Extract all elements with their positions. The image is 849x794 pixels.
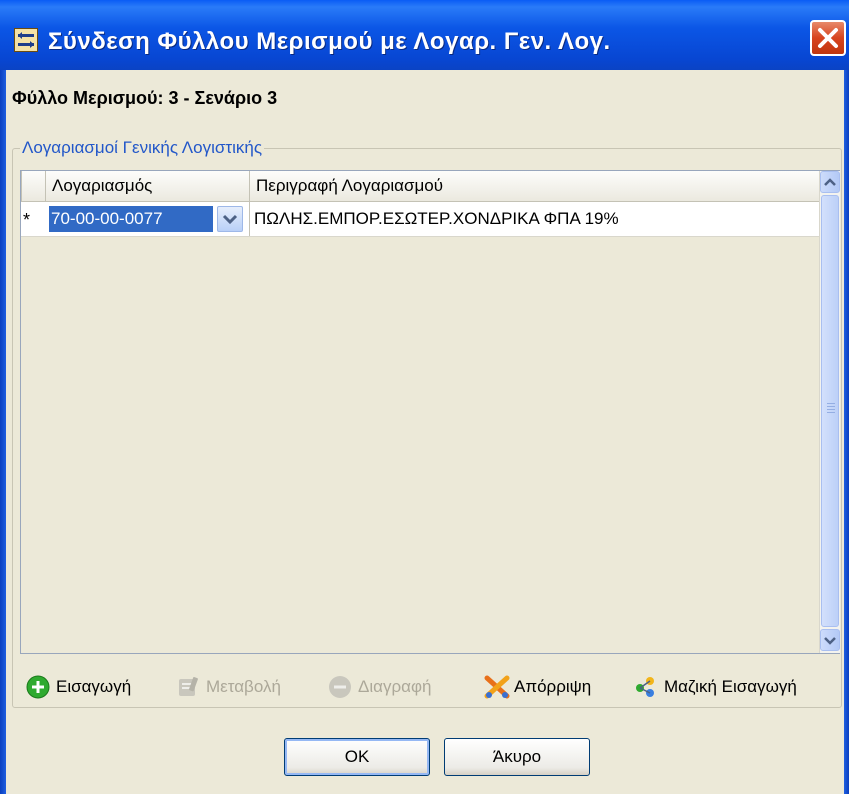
bulk-insert-label: Μαζική Εισαγωγή (664, 677, 797, 696)
edit-icon (176, 675, 200, 699)
accounts-group-title: Λογαριασμοί Γενικής Λογιστικής (20, 138, 265, 158)
window-title: Σύνδεση Φύλλου Μερισμού με Λογαρ. Γεν. Λ… (48, 28, 611, 55)
grid-header: Λογαριασμός Περιγραφή Λογαριασμού (21, 171, 819, 202)
window-frame-right (844, 70, 849, 794)
bulk-insert-button[interactable]: Μαζική Εισαγωγή (634, 674, 797, 700)
delete-label: Διαγραφή (358, 677, 432, 696)
reject-button[interactable]: Απόρριψη (484, 674, 591, 700)
ok-button[interactable]: OK (284, 738, 430, 776)
vertical-scrollbar[interactable] (819, 171, 840, 653)
insert-label: Εισαγωγή (56, 677, 132, 696)
chevron-down-icon (222, 214, 238, 225)
cancel-button[interactable]: Άκυρο (444, 738, 590, 776)
account-description-cell: ΠΩΛΗΣ.ΕΜΠΟΡ.ΕΣΩΤΕΡ.ΧΟΝΔΡΙΚΑ ΦΠΑ 19% (249, 202, 619, 236)
insert-button[interactable]: Εισαγωγή (26, 674, 131, 700)
column-header-description[interactable]: Περιγραφή Λογαριασμού (249, 171, 819, 201)
close-button[interactable] (810, 20, 846, 56)
multi-insert-icon (634, 675, 658, 699)
table-row[interactable]: * 70-00-00-0077 ΠΩΛΗΣ.ΕΜΠΟΡ.ΕΣΩΤΕΡ.ΧΟΝΔΡ… (21, 202, 819, 237)
minus-circle-icon (328, 675, 352, 699)
chevron-down-icon (824, 637, 836, 645)
chevron-up-icon (824, 178, 836, 186)
scroll-up-button[interactable] (820, 171, 840, 193)
plus-circle-icon (26, 675, 50, 699)
allocation-sheet-caption: Φύλλο Μερισμού: 3 - Σενάριο 3 (12, 88, 278, 108)
account-dropdown-button[interactable] (217, 206, 243, 232)
title-bar[interactable]: Σύνδεση Φύλλου Μερισμού με Λογαρ. Γεν. Λ… (0, 0, 849, 70)
reject-label: Απόρριψη (514, 677, 592, 696)
scroll-thumb[interactable] (821, 195, 839, 627)
dialog-window: Σύνδεση Φύλλου Μερισμού με Λογαρ. Γεν. Λ… (0, 0, 849, 794)
account-input[interactable]: 70-00-00-0077 (49, 206, 213, 232)
scissors-x-icon (484, 675, 510, 699)
column-header-account[interactable]: Λογαριασμός (45, 171, 249, 201)
modify-button[interactable]: Μεταβολή (176, 674, 281, 700)
delete-button[interactable]: Διαγραφή (328, 674, 431, 700)
grid-toolbar: Εισαγωγή Μεταβολή Διαγραφή Απόρριψη Μαζι… (20, 668, 840, 706)
close-icon (818, 28, 838, 48)
modify-label: Μεταβολή (206, 677, 281, 696)
accounts-grid[interactable]: Λογαριασμός Περιγραφή Λογαριασμού * 70-0… (20, 170, 840, 654)
new-row-indicator: * (23, 210, 31, 230)
row-header-corner (21, 171, 45, 201)
scroll-down-button[interactable] (820, 629, 840, 651)
window-link-icon (14, 28, 38, 52)
